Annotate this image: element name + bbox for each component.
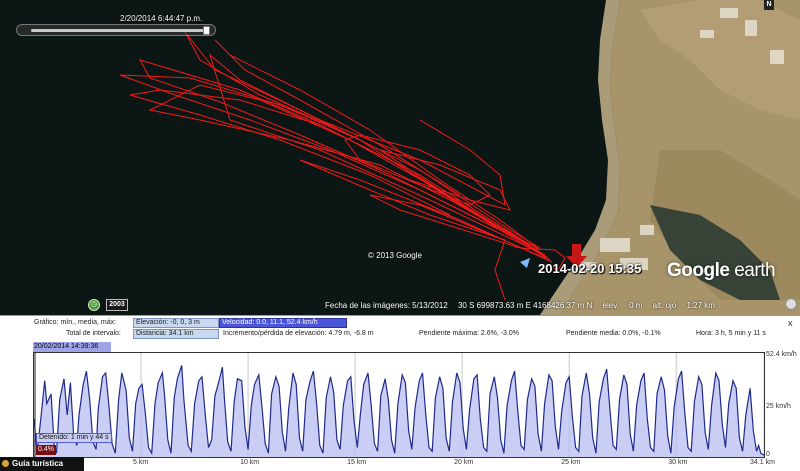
google-earth-window: 2/20/2014 6:44:47 p.m. N © 2013 Google 2… xyxy=(0,0,800,471)
map-status-bar: Fecha de las imágenes: 5/13/2012 30 S 69… xyxy=(325,301,723,310)
speed-profile-svg xyxy=(33,353,765,457)
time-slider[interactable]: 2/20/2014 6:44:47 p.m. xyxy=(16,14,216,38)
cursor-date-label: 20/02/2014 14:39:36 xyxy=(33,342,111,352)
marker-label: 2014-02-20 15:35 xyxy=(538,261,642,276)
speed-stat-toggle[interactable]: Velocidad: 0.0, 11.1, 52.4 km/h xyxy=(219,318,347,328)
x-tick-label: 5 km xyxy=(133,459,149,466)
time-slider-handle[interactable] xyxy=(203,26,210,35)
y-tick-label: 0 xyxy=(766,451,770,458)
slope-percent-label: 0.4% xyxy=(36,445,56,455)
elevation-label: elev. xyxy=(602,301,619,310)
tour-guide-icon xyxy=(2,460,9,467)
x-tick-label: 10 km xyxy=(240,459,260,466)
map-view[interactable]: 2/20/2014 6:44:47 p.m. N © 2013 Google 2… xyxy=(0,0,800,315)
profile-chart[interactable] xyxy=(0,342,800,458)
total-interval-label: Total de intervalo: xyxy=(66,330,121,337)
google-earth-logo: Google earth xyxy=(667,260,776,281)
status-toggle-button[interactable] xyxy=(785,298,797,310)
imagery-year-badge[interactable]: 2003 xyxy=(106,299,128,311)
x-tick-label: 34.1 km xyxy=(750,459,775,466)
chart-plot-area[interactable] xyxy=(33,352,765,458)
tour-guide-label: Guía turística xyxy=(12,459,64,468)
duration-stat: Hora: 3 h, 5 min y 11 s xyxy=(696,330,766,337)
eye-altitude-label: alt. ojo xyxy=(652,301,677,310)
stopped-time-label: Detenido: 1 min y 44 s xyxy=(36,433,112,443)
y-tick-label: 52.4 km/h xyxy=(766,351,797,358)
max-slope-stat: Pendiente máxima: 2.6%, -3.0% xyxy=(419,330,519,337)
graph-label: Gráfico: mín., media, máx: xyxy=(34,319,117,326)
close-profile-icon[interactable]: x xyxy=(788,318,793,328)
time-slider-track[interactable] xyxy=(16,24,216,36)
x-tick-label: 20 km xyxy=(454,459,474,466)
x-tick-label: 25 km xyxy=(561,459,581,466)
map-copyright: © 2013 Google xyxy=(368,251,422,260)
imagery-date: Fecha de las imágenes: 5/13/2012 xyxy=(325,301,448,310)
x-tick-label: 15 km xyxy=(347,459,367,466)
time-slider-label: 2/20/2014 6:44:47 p.m. xyxy=(120,14,203,23)
cursor-coordinates: 30 S 699873.63 m E 4168426.37 m N xyxy=(457,301,593,310)
tour-guide-tab[interactable]: Guía turística xyxy=(0,457,84,471)
elevation-stat-toggle[interactable]: Elevación: -0, 0, 3 m xyxy=(133,318,219,328)
distance-stat: Distancia: 34.1 km xyxy=(133,329,219,339)
compass-north-icon[interactable]: N xyxy=(764,0,774,10)
eye-altitude-value: 1.27 km xyxy=(686,301,715,310)
y-tick-label: 25 km/h xyxy=(766,403,791,411)
elevation-gain-stat: Incremento/pérdida de elevación: 4.79 m,… xyxy=(223,330,374,337)
x-tick-label: 30 km xyxy=(668,459,688,466)
elevation-value: 0 m xyxy=(629,301,643,310)
avg-slope-stat: Pendiente media: 0.0%, -0.1% xyxy=(566,330,661,337)
historical-imagery-icon[interactable]: ◷ xyxy=(88,299,100,311)
